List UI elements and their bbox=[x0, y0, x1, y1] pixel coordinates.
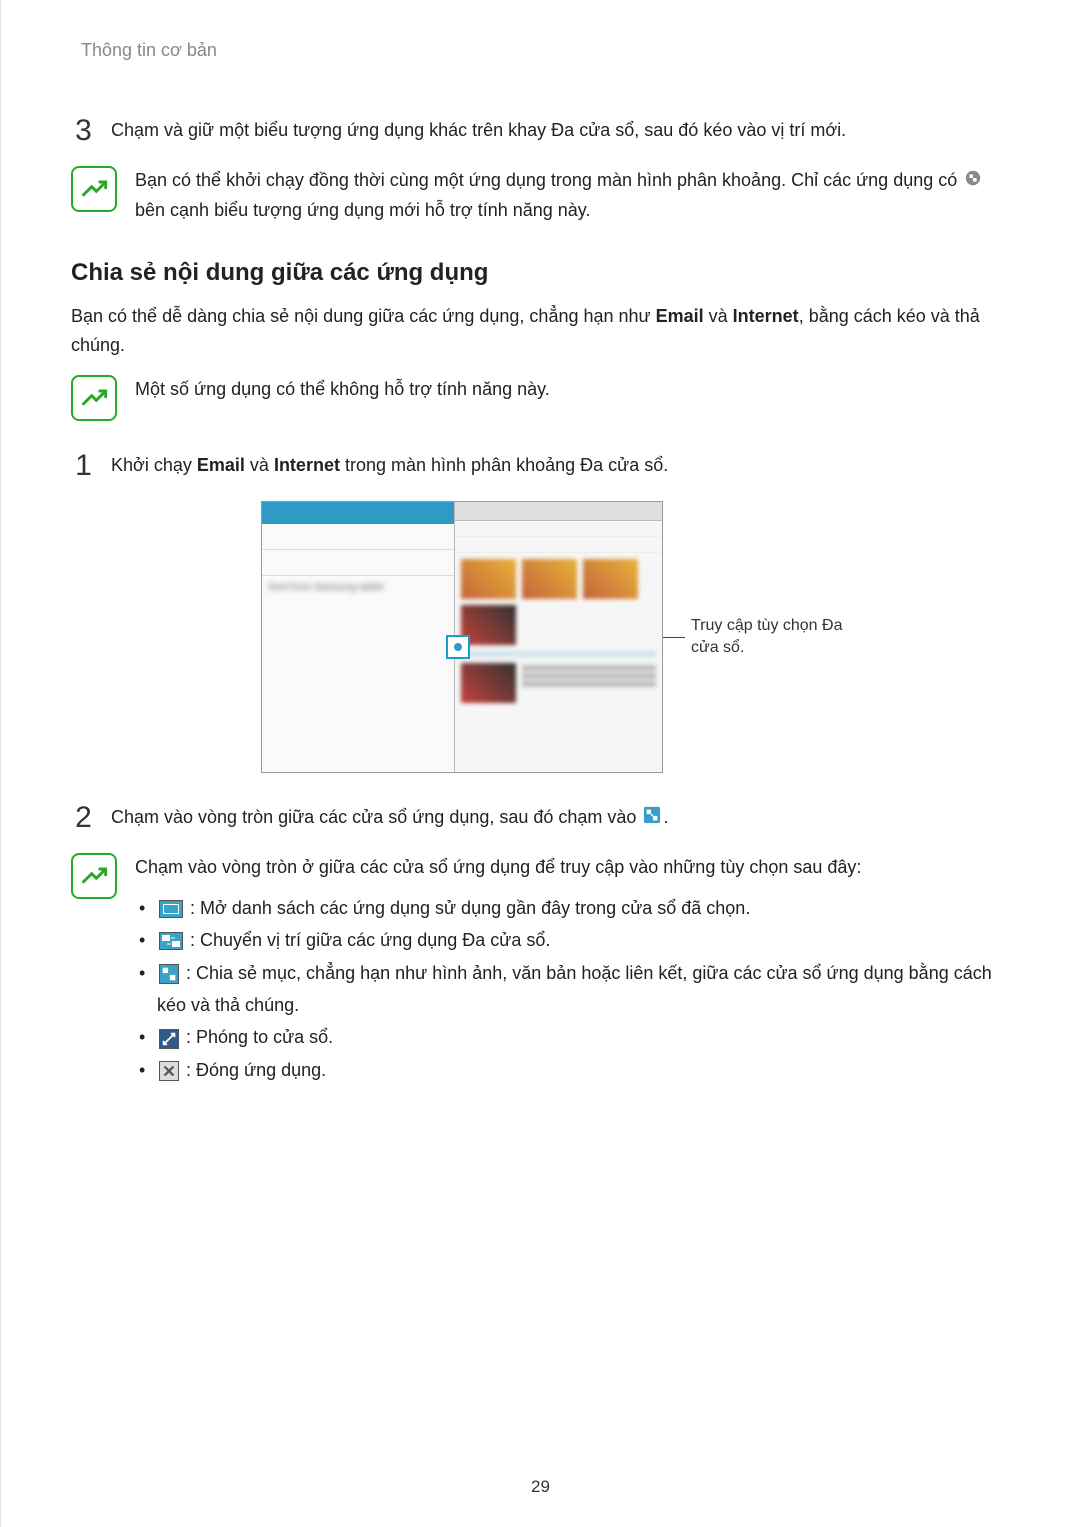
multiwindow-handle bbox=[446, 635, 470, 659]
step-1-number: 1 bbox=[71, 451, 96, 481]
step1-post: trong màn hình phân khoảng Đa cửa sổ. bbox=[345, 455, 668, 475]
options-list: : Mở danh sách các ứng dụng sử dụng gần … bbox=[135, 892, 1010, 1086]
step-2-text: Chạm vào vòng tròn giữa các cửa sổ ứng d… bbox=[111, 803, 1010, 833]
list-item: : Chuyển vị trí giữa các ứng dụng Đa cửa… bbox=[135, 924, 1010, 956]
bullet-4: : Đóng ứng dụng. bbox=[186, 1060, 326, 1080]
callout-label: Truy cập tùy chọn Đa cửa sổ. bbox=[691, 615, 851, 660]
list-item: : Phóng to cửa sổ. bbox=[135, 1021, 1010, 1053]
note-3: Chạm vào vòng tròn ở giữa các cửa sổ ứng… bbox=[71, 853, 1010, 1086]
intro-bold1: Email bbox=[656, 306, 704, 326]
bullet-2: : Chia sẻ mục, chẳng hạn như hình ảnh, v… bbox=[157, 963, 992, 1015]
swap-windows-icon bbox=[159, 932, 183, 950]
intro-mid1: và bbox=[709, 306, 728, 326]
note-1-part1: Bạn có thể khởi chạy đồng thời cùng một … bbox=[135, 170, 957, 190]
split-screen-mock: Sent from Samsung tablet bbox=[261, 501, 663, 773]
note-icon bbox=[71, 375, 117, 421]
step1-bold2: Internet bbox=[274, 455, 340, 475]
bullet-0: : Mở danh sách các ứng dụng sử dụng gần … bbox=[190, 898, 750, 918]
note-3-intro: Chạm vào vòng tròn ở giữa các cửa sổ ứng… bbox=[135, 853, 1010, 882]
list-item: : Mở danh sách các ứng dụng sử dụng gần … bbox=[135, 892, 1010, 924]
bullet-3: : Phóng to cửa sổ. bbox=[186, 1027, 333, 1047]
step-3-number: 3 bbox=[71, 116, 96, 146]
intro-bold2: Internet bbox=[733, 306, 799, 326]
list-item: : Đóng ứng dụng. bbox=[135, 1054, 1010, 1086]
intro-part1: Bạn có thể dễ dàng chia sẻ nội dung giữa… bbox=[71, 306, 651, 326]
step-1: 1 Khởi chạy Email và Internet trong màn … bbox=[71, 451, 1010, 481]
page-header: Thông tin cơ bản bbox=[81, 40, 1010, 61]
drag-content-icon bbox=[643, 804, 661, 833]
maximize-window-icon bbox=[159, 1029, 179, 1049]
step-3-text: Chạm và giữ một biểu tượng ứng dụng khác… bbox=[111, 116, 1010, 146]
close-app-icon bbox=[159, 1061, 179, 1081]
note-2: Một số ứng dụng có thể không hỗ trợ tính… bbox=[71, 375, 1010, 421]
step1-mid: và bbox=[250, 455, 269, 475]
recent-apps-icon bbox=[159, 900, 183, 918]
note-1-text: Bạn có thể khởi chạy đồng thời cùng một … bbox=[135, 166, 1010, 224]
multiwindow-support-icon bbox=[964, 167, 982, 196]
internet-pane bbox=[455, 502, 662, 772]
page-number: 29 bbox=[1, 1477, 1080, 1497]
screenshot-illustration: Sent from Samsung tablet bbox=[261, 501, 1010, 773]
step1-pre: Khởi chạy bbox=[111, 455, 192, 475]
step-2: 2 Chạm vào vòng tròn giữa các cửa sổ ứng… bbox=[71, 803, 1010, 833]
drag-content-icon bbox=[159, 964, 179, 984]
list-item: : Chia sẻ mục, chẳng hạn như hình ảnh, v… bbox=[135, 957, 1010, 1022]
note-1: Bạn có thể khởi chạy đồng thời cùng một … bbox=[71, 166, 1010, 224]
step1-bold1: Email bbox=[197, 455, 245, 475]
step-3: 3 Chạm và giữ một biểu tượng ứng dụng kh… bbox=[71, 116, 1010, 146]
note-icon bbox=[71, 853, 117, 899]
intro-paragraph: Bạn có thể dễ dàng chia sẻ nội dung giữa… bbox=[71, 302, 1010, 360]
note-3-text: Chạm vào vòng tròn ở giữa các cửa sổ ứng… bbox=[135, 853, 1010, 1086]
step-1-text: Khởi chạy Email và Internet trong màn hì… bbox=[111, 451, 1010, 481]
note-1-part2: bên cạnh biểu tượng ứng dụng mới hỗ trợ … bbox=[135, 200, 590, 220]
callout: Truy cập tùy chọn Đa cửa sổ. bbox=[661, 615, 851, 660]
note-2-text: Một số ứng dụng có thể không hỗ trợ tính… bbox=[135, 375, 1010, 421]
step-2-number: 2 bbox=[71, 803, 96, 833]
email-pane: Sent from Samsung tablet bbox=[262, 502, 455, 772]
section-heading: Chia sẻ nội dung giữa các ứng dụng bbox=[71, 259, 1010, 287]
bullet-1: : Chuyển vị trí giữa các ứng dụng Đa cửa… bbox=[190, 930, 550, 950]
step2-text: Chạm vào vòng tròn giữa các cửa sổ ứng d… bbox=[111, 807, 636, 827]
note-icon bbox=[71, 166, 117, 212]
